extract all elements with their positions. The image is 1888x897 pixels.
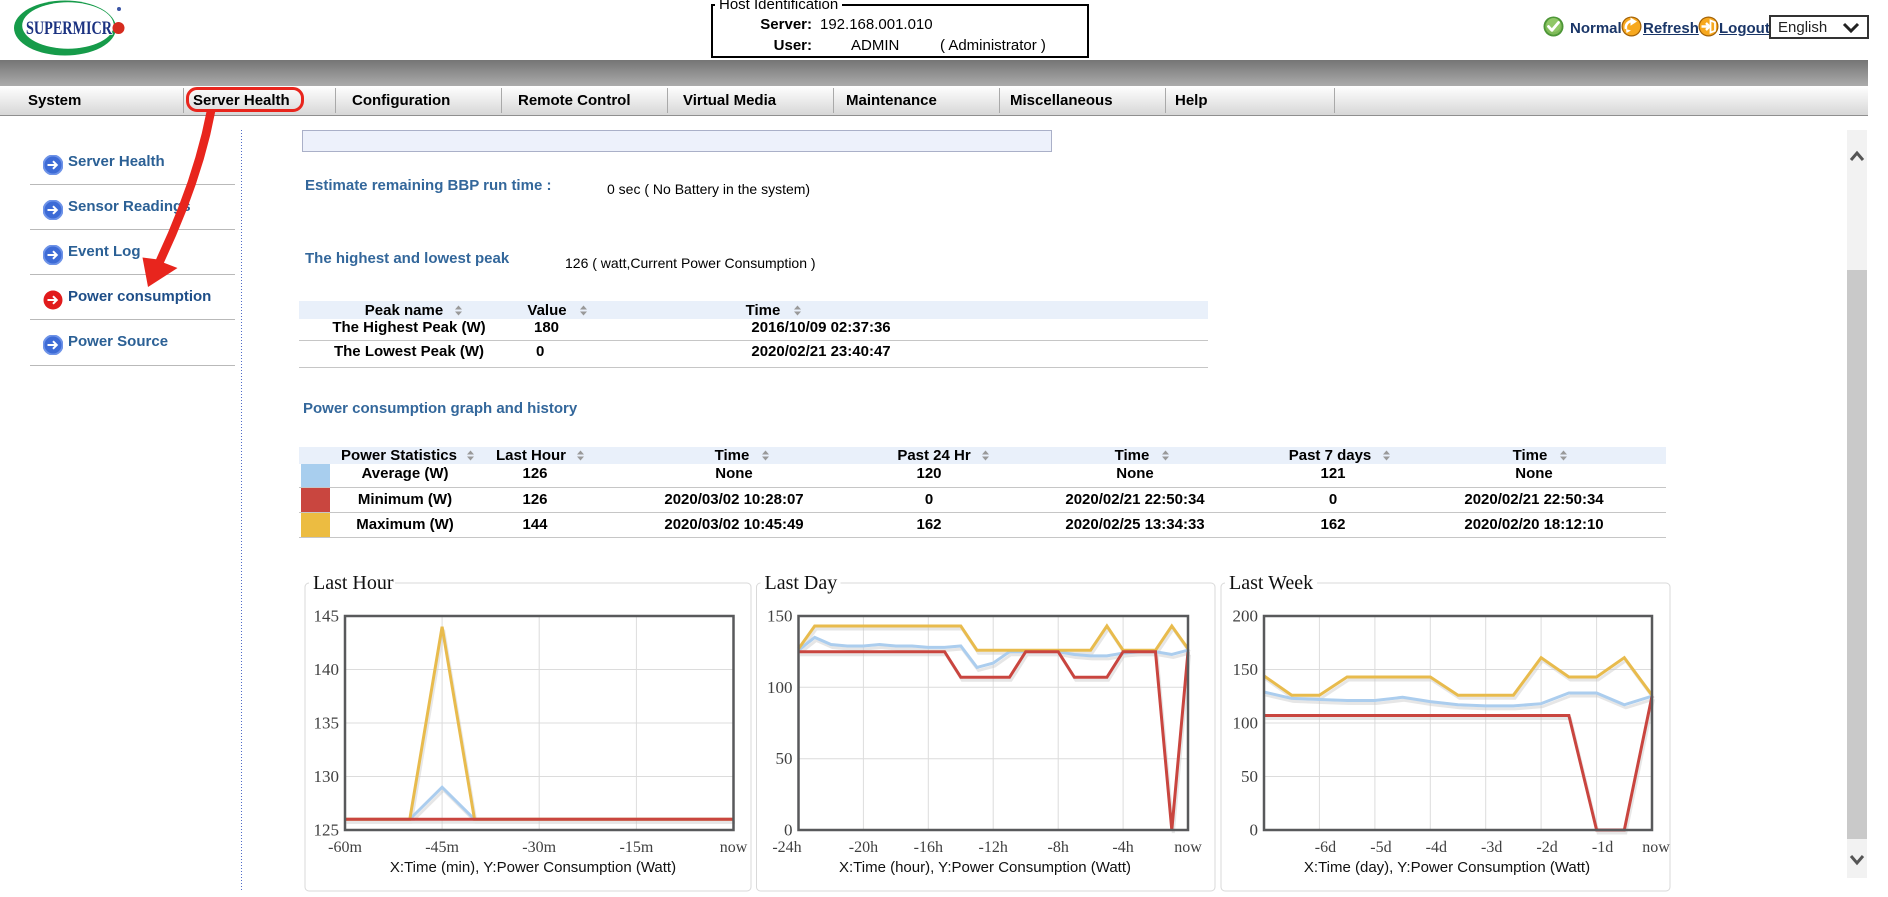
svg-text:0: 0 [1250,821,1259,840]
svg-text:-16h: -16h [914,839,943,856]
svg-text:150: 150 [767,607,793,626]
svg-text:135: 135 [314,714,340,733]
svg-text:-5d: -5d [1370,839,1391,856]
svg-text:130: 130 [314,767,340,786]
svg-text:-4d: -4d [1426,839,1447,856]
svg-text:-8h: -8h [1048,839,1069,856]
svg-text:-4h: -4h [1112,839,1133,856]
svg-text:-30m: -30m [522,839,556,856]
svg-text:145: 145 [314,607,340,626]
svg-text:Last Week: Last Week [1229,572,1313,594]
svg-text:X:Time (day), Y:Power Consumpt: X:Time (day), Y:Power Consumption (Watt) [1304,859,1590,876]
svg-text:now: now [1174,839,1202,856]
svg-text:50: 50 [776,749,793,768]
svg-text:Last Day: Last Day [765,572,838,594]
svg-text:now: now [1642,839,1670,856]
svg-text:100: 100 [767,678,793,697]
svg-text:-1d: -1d [1592,839,1613,856]
svg-text:50: 50 [1241,767,1258,786]
svg-text:now: now [720,839,748,856]
svg-text:-2d: -2d [1536,839,1557,856]
svg-text:Last Hour: Last Hour [313,572,394,594]
svg-text:-45m: -45m [425,839,459,856]
svg-text:-6d: -6d [1315,839,1336,856]
svg-text:-60m: -60m [328,839,362,856]
svg-text:X:Time (min), Y:Power Consumpt: X:Time (min), Y:Power Consumption (Watt) [390,859,676,876]
svg-text:150: 150 [1233,660,1259,679]
svg-text:X:Time (hour), Y:Power Consump: X:Time (hour), Y:Power Consumption (Watt… [839,859,1131,876]
svg-text:-20h: -20h [849,839,878,856]
svg-text:-24h: -24h [772,839,801,856]
svg-text:0: 0 [784,821,793,840]
svg-text:-12h: -12h [979,839,1008,856]
svg-text:140: 140 [314,660,340,679]
svg-text:-3d: -3d [1481,839,1502,856]
svg-text:-15m: -15m [620,839,654,856]
svg-text:125: 125 [314,821,340,840]
svg-text:SUPERMICR: SUPERMICR [26,18,112,39]
svg-text:100: 100 [1233,714,1259,733]
svg-text:200: 200 [1233,607,1259,626]
